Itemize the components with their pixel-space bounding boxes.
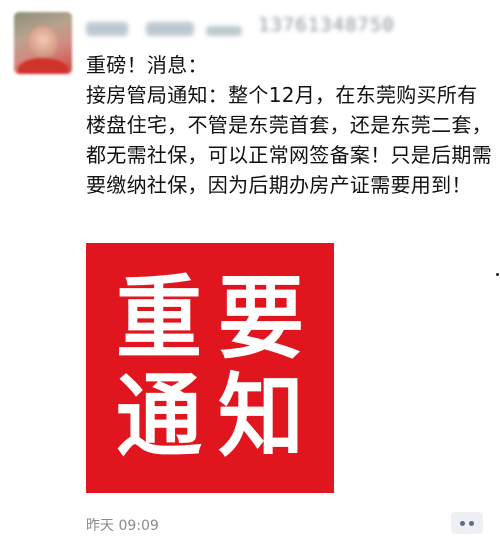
notice-char: 要 — [218, 266, 304, 372]
author-name-redacted[interactable] — [86, 18, 246, 40]
notice-row-1: 重 要 — [113, 266, 307, 372]
notice-row-2: 通 知 — [113, 364, 307, 470]
redacted-block — [146, 22, 194, 36]
redacted-block — [206, 26, 242, 36]
post-timestamp: 昨天 09:09 — [86, 518, 159, 534]
stray-dot — [496, 273, 499, 276]
avatar[interactable] — [14, 12, 72, 74]
dot — [469, 520, 474, 526]
dot — [460, 520, 465, 526]
post-text-body: 接房管局通知：整个12月，在东莞购买所有楼盘住宅，不管是东莞首套，还是东莞二套，… — [86, 83, 492, 197]
notice-char: 知 — [218, 364, 304, 470]
author-phone-redacted: 13761348750 — [258, 14, 395, 36]
notice-char: 重 — [116, 266, 202, 372]
more-dots-icon[interactable] — [451, 512, 483, 534]
post-text-headline: 重磅！消息： — [86, 53, 208, 77]
avatar-face — [28, 26, 58, 60]
redacted-block — [86, 22, 128, 36]
post-text: 重磅！消息： 接房管局通知：整个12月，在东莞购买所有楼盘住宅，不管是东莞首套，… — [86, 50, 496, 200]
notice-char: 通 — [116, 364, 202, 470]
avatar-shirt — [18, 58, 68, 74]
important-notice-image[interactable]: 重 要 通 知 — [86, 243, 334, 493]
